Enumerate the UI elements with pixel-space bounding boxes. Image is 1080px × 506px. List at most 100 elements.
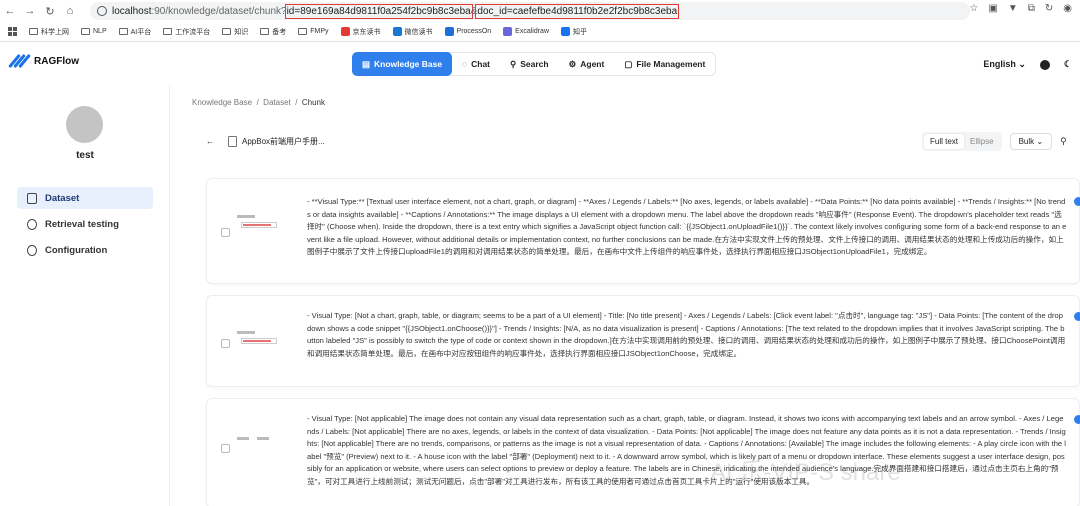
reload-icon[interactable]: ↻ — [40, 0, 60, 22]
view-mode-full-text[interactable]: Full text — [924, 134, 965, 149]
chevron-down-icon: ⌄ — [1036, 137, 1044, 146]
bookmark-item[interactable]: ProcessOn — [444, 27, 491, 36]
browser-toolbar: ← → ↻ ⌂ localhost:90/knowledge/dataset/c… — [0, 0, 1080, 22]
bookmark-item[interactable]: FMPy — [298, 28, 329, 35]
chevron-down-icon: ⌄ — [1018, 59, 1026, 69]
chunk-checkbox[interactable] — [221, 339, 230, 348]
github-icon[interactable] — [1039, 59, 1050, 70]
chunk-checkbox[interactable] — [221, 444, 230, 453]
language-selector[interactable]: English ⌄ — [983, 59, 1026, 70]
sidebar-item-dataset[interactable]: Dataset — [17, 187, 153, 209]
search-icon: ⚲ — [510, 58, 517, 69]
url-path: :90/knowledge/dataset/chunk? — [151, 5, 287, 17]
bookmark-item[interactable]: NLP — [81, 28, 107, 35]
folder-icon — [222, 28, 232, 35]
forward-arrow-icon[interactable]: → — [20, 0, 40, 22]
theme-toggle-icon[interactable]: ☾ — [1064, 59, 1072, 70]
extensions-puzzle-icon[interactable]: ⧉ — [1028, 3, 1035, 14]
avatar — [66, 106, 103, 143]
sidebar: test Dataset Retrieval testing Configura… — [0, 86, 170, 506]
sidebar-item-configuration[interactable]: Configuration — [17, 239, 153, 261]
folder-icon — [298, 28, 308, 35]
back-arrow-icon[interactable]: ← — [0, 0, 20, 22]
processon-icon — [444, 27, 454, 36]
apps-grid-icon[interactable] — [8, 27, 17, 36]
extension-icon[interactable]: ▣ — [988, 3, 997, 14]
chunk-image-thumbnail[interactable] — [237, 437, 287, 459]
excalidraw-icon — [503, 27, 513, 36]
breadcrumb: Knowledge Base / Dataset / Chunk — [192, 98, 325, 107]
bookmark-item[interactable]: 知乎 — [561, 27, 587, 37]
chunk-card[interactable]: - Visual Type: [Not a chart, graph, tabl… — [206, 295, 1080, 387]
nav-agent[interactable]: ⚙ Agent — [559, 53, 615, 75]
top-navigation: ▤ Knowledge Base ◌ Chat ⚲ Search ⚙ Agent ▢ Fi… — [352, 52, 717, 76]
app-header: RAGFlow ▤ Knowledge Base ◌ Chat ⚲ Search ⚙ A… — [0, 43, 1080, 85]
bookmark-item[interactable]: 京东读书 — [340, 27, 381, 37]
watermark: AI 乐-VIP-S share — [710, 459, 901, 486]
file-icon: ▢ — [624, 58, 633, 69]
document-name: AppBox前端用户手册... — [228, 136, 325, 147]
nav-knowledge-base[interactable]: ▤ Knowledge Base — [352, 52, 453, 76]
site-info-icon[interactable] — [97, 6, 107, 16]
document-icon — [27, 192, 37, 204]
chunk-enable-switch[interactable] — [1074, 415, 1080, 424]
document-header: ← AppBox前端用户手册... — [206, 136, 325, 147]
url-param-id: id=89e169a84d9811f0a254f2bc9b8c3eba — [284, 3, 473, 19]
address-bar[interactable]: localhost:90/knowledge/dataset/chunk? id=… — [90, 2, 970, 20]
home-icon[interactable]: ⌂ — [60, 0, 80, 22]
chunk-card[interactable]: - **Visual Type:** [Textual user interfa… — [206, 178, 1080, 284]
header-actions: English ⌄ ☾ — [983, 59, 1072, 70]
chunk-text: - Visual Type: [Not a chart, graph, tabl… — [307, 311, 1066, 358]
breadcrumb-knowledge-base[interactable]: Knowledge Base — [192, 98, 252, 107]
app-logo[interactable]: RAGFlow — [8, 52, 79, 70]
chunk-image-thumbnail[interactable] — [237, 331, 287, 353]
view-mode-ellipse[interactable]: Ellipse — [964, 134, 1000, 149]
chunk-card[interactable]: - Visual Type: [Not applicable] The imag… — [206, 398, 1080, 506]
agent-icon: ⚙ — [568, 58, 577, 69]
back-arrow-icon[interactable]: ← — [206, 137, 214, 146]
bookmark-item[interactable]: 备考 — [260, 27, 286, 37]
jd-read-icon — [340, 27, 350, 36]
gear-icon — [27, 244, 37, 256]
folder-icon — [81, 28, 90, 35]
url-amp: & — [470, 5, 478, 17]
target-icon — [27, 218, 37, 230]
breadcrumb-dataset[interactable]: Dataset — [263, 98, 291, 107]
zhihu-icon — [561, 27, 571, 36]
bookmark-item[interactable]: AI平台 — [118, 27, 151, 37]
bookmark-item[interactable]: Excalidraw — [503, 27, 549, 36]
chunk-enable-switch[interactable] — [1074, 197, 1080, 206]
browser-actions: ☆ ▣ ▼ ⧉ ↻ ◉ — [969, 3, 1072, 14]
database-icon: ▤ — [362, 58, 371, 69]
folder-icon — [29, 28, 38, 35]
search-icon[interactable]: ⚲ — [1060, 136, 1067, 147]
chunk-enable-switch[interactable] — [1074, 312, 1080, 321]
app-name: RAGFlow — [34, 55, 79, 67]
bookmark-item[interactable]: 科学上网 — [29, 27, 69, 37]
bookmark-star-icon[interactable]: ☆ — [969, 3, 978, 14]
breadcrumb-chunk: Chunk — [301, 98, 325, 107]
chunk-image-thumbnail[interactable] — [237, 215, 287, 237]
chunk-toolbar: Full text Ellipse Bulk ⌄ ⚲ — [922, 132, 1067, 151]
file-type-icon — [228, 136, 237, 147]
bulk-dropdown[interactable]: Bulk ⌄ — [1009, 133, 1053, 150]
nav-search[interactable]: ⚲ Search — [500, 53, 559, 75]
refresh-icon[interactable]: ↻ — [1045, 3, 1053, 14]
chat-icon: ◌ — [462, 59, 468, 69]
profile-icon[interactable]: ◉ — [1063, 3, 1072, 14]
folder-icon — [163, 28, 173, 35]
chunk-text: - **Visual Type:** [Textual user interfa… — [307, 197, 1067, 256]
url-host: localhost — [112, 5, 152, 17]
bookmark-item[interactable]: 知识 — [222, 27, 248, 37]
bookmarks-bar: 科学上网 NLP AI平台 工作流平台 知识 备考 FMPy 京东读书 微信读书… — [0, 22, 1080, 42]
chunk-checkbox[interactable] — [221, 228, 230, 237]
nav-file-management[interactable]: ▢ File Management — [614, 53, 715, 75]
sidebar-item-retrieval-testing[interactable]: Retrieval testing — [17, 213, 153, 235]
url-param-doc-id: doc_id=caefefbe4d9811f0b2e2f2bc9b8c3eba — [475, 3, 680, 19]
bookmark-item[interactable]: 微信读书 — [392, 27, 433, 37]
folder-icon — [118, 28, 128, 35]
bookmark-item[interactable]: 工作流平台 — [163, 27, 210, 37]
nav-chat[interactable]: ◌ Chat — [452, 53, 500, 75]
username: test — [76, 150, 94, 161]
vue-devtools-icon[interactable]: ▼ — [1008, 3, 1018, 14]
